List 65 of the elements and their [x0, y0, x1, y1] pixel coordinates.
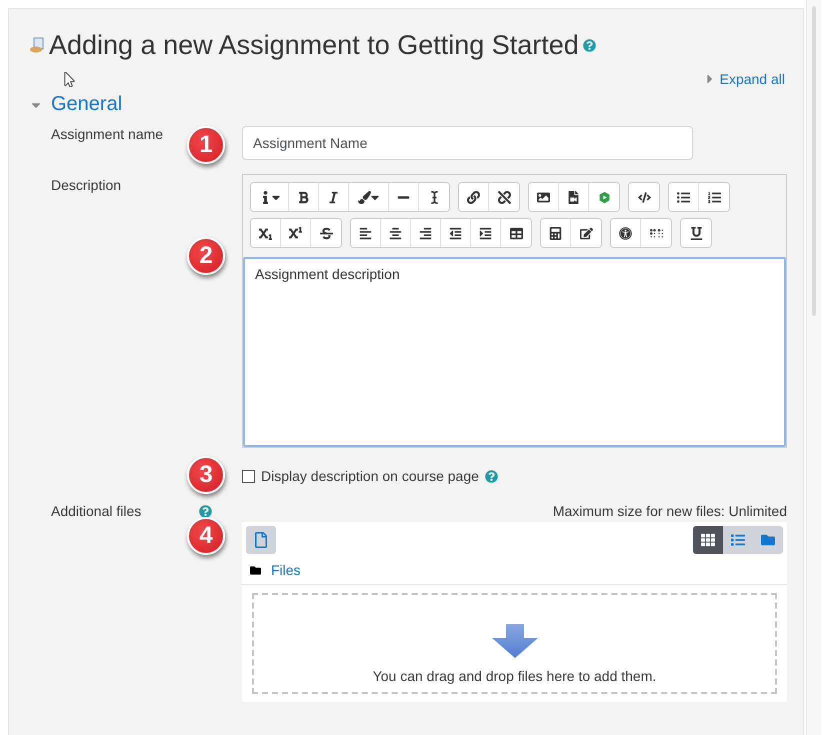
link-icon — [467, 190, 480, 204]
braille-icon — [650, 226, 662, 240]
table-icon — [510, 226, 522, 240]
max-size-note: Maximum size for new files: Unlimited — [552, 503, 787, 519]
add-file-button[interactable] — [246, 526, 276, 554]
step-number: 1 — [187, 126, 225, 164]
align-left-icon — [359, 226, 372, 240]
accessibility-icon — [619, 226, 632, 240]
scrollbar[interactable] — [806, 0, 821, 735]
align-left-button[interactable] — [351, 219, 381, 247]
info-button[interactable] — [251, 183, 289, 211]
drop-hint: You can drag and drop files here to add them. — [372, 668, 656, 684]
media-icon — [598, 190, 610, 204]
down-arrow-icon — [492, 624, 538, 658]
align-right-icon — [419, 226, 432, 240]
list-icon — [731, 533, 745, 547]
checkbox-label: Display description on course page — [261, 468, 479, 484]
field-label: Assignment name — [51, 126, 164, 142]
subscript-button[interactable] — [251, 219, 281, 247]
superscript-icon — [289, 226, 302, 240]
video-file-icon — [567, 190, 580, 204]
help-icon[interactable] — [582, 38, 596, 52]
step-number: 2 — [187, 237, 225, 275]
accessibility-button[interactable] — [611, 219, 641, 247]
image-button[interactable] — [529, 183, 559, 211]
indent-icon — [479, 226, 492, 240]
numbered-list-icon — [708, 190, 720, 204]
assignment-icon — [29, 37, 45, 53]
outdent-icon — [449, 226, 462, 240]
unlink-icon — [498, 190, 510, 204]
bullet-list-button[interactable] — [669, 183, 699, 211]
description-editor[interactable]: Assignment description — [243, 257, 786, 447]
view-mode-button[interactable] — [693, 526, 723, 554]
drop-zone[interactable]: You can drag and drop files here to add them. — [252, 593, 777, 694]
folder-icon — [761, 533, 775, 547]
equation-button[interactable] — [541, 219, 571, 247]
field-label: Description — [51, 177, 122, 193]
section-toggle[interactable]: General — [29, 93, 785, 116]
folder-link[interactable]: Files — [271, 562, 301, 578]
paintbrush-icon — [358, 190, 371, 204]
subscript-icon — [259, 226, 272, 240]
help-icon[interactable] — [199, 504, 212, 518]
step-number: 4 — [187, 517, 225, 555]
italic-icon — [327, 190, 340, 204]
strikethrough-icon — [320, 226, 332, 240]
help-icon[interactable] — [484, 470, 498, 482]
link-button[interactable] — [459, 183, 489, 211]
align-center-icon — [389, 226, 402, 240]
underline-icon — [690, 226, 702, 240]
bullet-list-icon — [677, 190, 690, 204]
mouse-cursor-icon — [64, 72, 75, 86]
folder-icon — [250, 564, 261, 576]
calculator-icon — [549, 226, 562, 240]
field-label: Additional files — [51, 503, 142, 519]
image-icon — [537, 190, 550, 204]
step-number: 3 — [187, 456, 225, 494]
caret-icon — [706, 72, 714, 86]
name-input[interactable]: Assignment Name — [242, 126, 693, 160]
checkbox[interactable] — [242, 470, 255, 482]
bold-icon — [297, 190, 310, 204]
code-icon — [638, 190, 650, 204]
page-title: Adding a new Assignment to Getting Started — [49, 29, 579, 61]
file-icon — [254, 532, 268, 548]
expand-all-link[interactable]: Expand all — [706, 71, 785, 87]
grid-icon — [701, 533, 715, 547]
